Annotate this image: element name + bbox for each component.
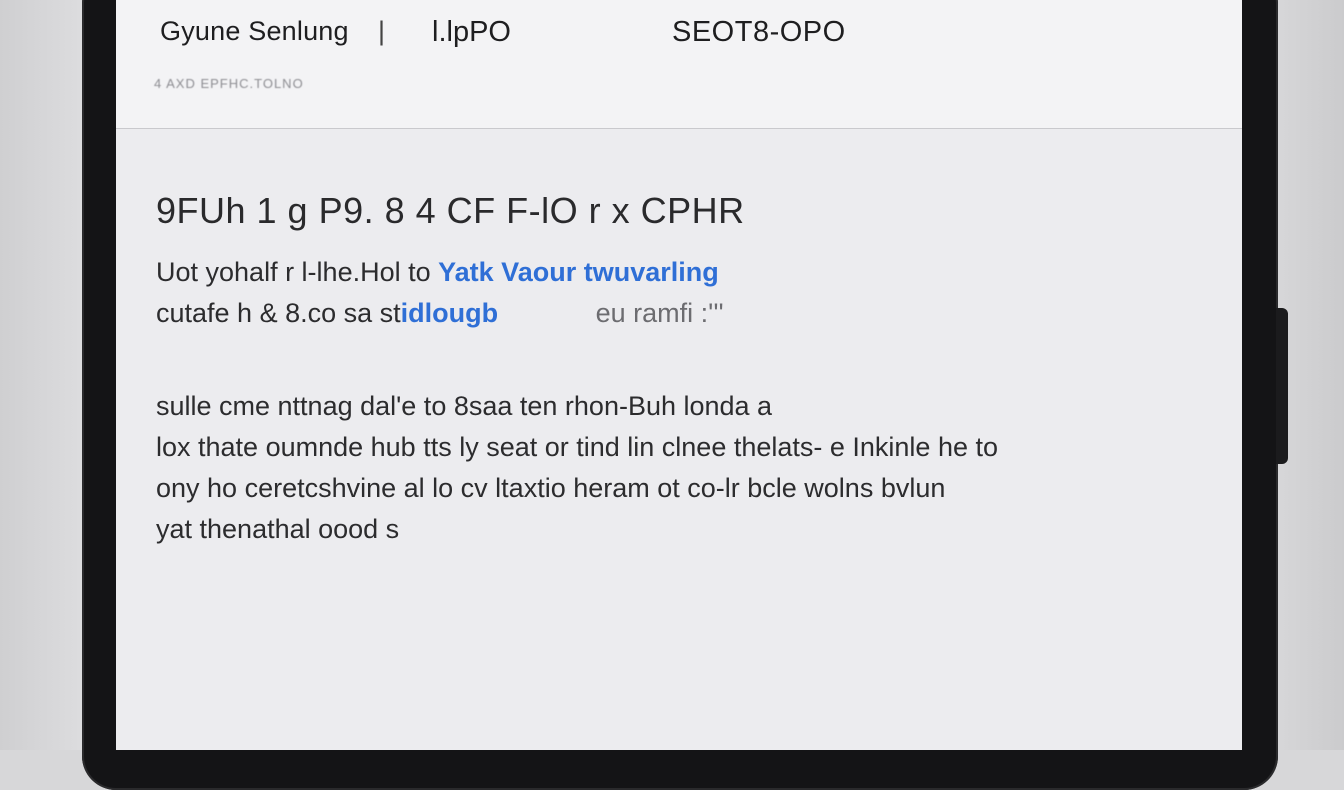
body-line: lox thate oumnde hub tts ly seat or tind… xyxy=(156,432,998,462)
body-line: yat thenathal oood s xyxy=(156,514,400,544)
intro-paragraph: Uot yohalf r l-lhe.Hol to Yatk Vaour twu… xyxy=(156,252,1196,334)
page-header: Gyune Senlung | l.lpPO SEOT8-OPO 4 AXD E… xyxy=(116,0,1242,129)
secondary-link[interactable]: idlougb xyxy=(401,298,498,328)
content-heading: 9FUh 1 g P9. 8 4 CF F-lO r x CPHR xyxy=(156,190,745,231)
device-screen: Gyune Senlung | l.lpPO SEOT8-OPO 4 AXD E… xyxy=(116,0,1242,750)
header-model: l.lpPO xyxy=(432,16,511,48)
intro-text: Uot yohalf r l-lhe.Hol to xyxy=(156,257,431,287)
intro-text-2: cutafe h & 8.co sa st xyxy=(156,298,401,328)
body-paragraph: sulle cme nttnag dal'e to 8saa ten rhon-… xyxy=(156,386,1196,550)
header-separator: | xyxy=(378,16,386,46)
intro-tail: eu ramfi :''' xyxy=(595,298,724,328)
header-subtitle: 4 AXD EPFHC.TOLNO xyxy=(154,76,304,91)
primary-link[interactable]: Yatk Vaour twuvarling xyxy=(438,257,719,287)
side-button xyxy=(1276,308,1288,464)
header-code: SEOT8-OPO xyxy=(672,16,846,48)
intro-line-2: cutafe h & 8.co sa stidlougb eu ramfi :'… xyxy=(156,293,1196,334)
main-content: 9FUh 1 g P9. 8 4 CF F-lO r x CPHR Uot yo… xyxy=(156,190,1196,550)
intro-line-1: Uot yohalf r l-lhe.Hol to Yatk Vaour twu… xyxy=(156,252,1196,293)
header-title: Gyune Senlung xyxy=(160,16,349,46)
body-line: ony ho ceretcshvine al lo cv ltaxtio her… xyxy=(156,473,946,503)
body-line: sulle cme nttnag dal'e to 8saa ten rhon-… xyxy=(156,391,773,421)
